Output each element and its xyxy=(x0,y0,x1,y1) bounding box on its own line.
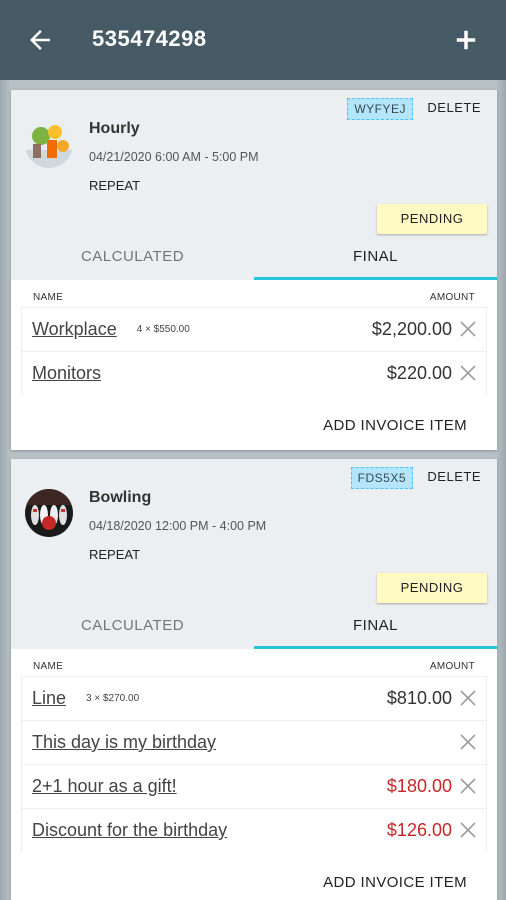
column-headers: NAME AMOUNT xyxy=(21,649,487,676)
booking-code: WYFYEJ xyxy=(347,98,413,120)
event-repeat: REPEAT xyxy=(89,547,141,562)
event-card: Bowling 04/18/2020 12:00 PM - 4:00 PM RE… xyxy=(11,459,497,900)
status-badge: PENDING xyxy=(377,573,487,603)
invoice-item-amount: $810.00 xyxy=(386,688,452,708)
event-name: Bowling xyxy=(89,489,152,506)
event-card-header: Bowling 04/18/2020 12:00 PM - 4:00 PM RE… xyxy=(11,459,497,649)
invoice-item-amount: $126.00 xyxy=(386,820,452,840)
invoice-item: Workplace 4 × $550.00 $2,200.00 xyxy=(21,307,487,351)
invoice-item-name[interactable]: This day is my birthday xyxy=(32,732,216,753)
remove-item-icon[interactable] xyxy=(458,820,478,840)
invoice-item: Discount for the birthday $126.00 xyxy=(21,808,487,852)
tab-final[interactable]: FINAL xyxy=(254,238,497,280)
event-time: 04/21/2020 6:00 AM - 5:00 PM xyxy=(89,150,259,164)
invoice-item-name[interactable]: Line xyxy=(32,688,66,709)
invoice-items: NAME AMOUNT Line 3 × $270.00 $810.00 Thi… xyxy=(11,649,497,900)
invoice-item-name[interactable]: Workplace xyxy=(32,319,117,340)
column-name: NAME xyxy=(33,292,64,303)
invoice-tabs: CALCULATED FINAL xyxy=(11,238,497,280)
invoice-item-amount: $2,200.00 xyxy=(371,319,452,339)
invoice-item-name[interactable]: 2+1 hour as a gift! xyxy=(32,776,177,797)
tab-final[interactable]: FINAL xyxy=(254,607,497,649)
app-bar: 535474298 xyxy=(0,0,506,80)
remove-item-icon[interactable] xyxy=(458,363,478,383)
invoice-item: Monitors $220.00 xyxy=(21,351,487,395)
invoice-item: 2+1 hour as a gift! $180.00 xyxy=(21,764,487,808)
delete-button[interactable]: DELETE xyxy=(427,100,481,115)
event-card-header: Hourly 04/21/2020 6:00 AM - 5:00 PM REPE… xyxy=(11,90,497,280)
column-amount: AMOUNT xyxy=(429,661,475,672)
event-avatar xyxy=(25,120,73,168)
remove-item-icon[interactable] xyxy=(458,319,478,339)
invoice-item-qty: 3 × $270.00 xyxy=(86,693,140,704)
invoice-tabs: CALCULATED FINAL xyxy=(11,607,497,649)
invoice-item-name[interactable]: Monitors xyxy=(32,363,101,384)
invoice-item: Line 3 × $270.00 $810.00 xyxy=(21,676,487,720)
booking-code: FDS5X5 xyxy=(350,467,413,489)
tab-calculated[interactable]: CALCULATED xyxy=(11,607,254,649)
tab-calculated[interactable]: CALCULATED xyxy=(11,238,254,280)
invoice-item-amount: $220.00 xyxy=(386,363,452,383)
add-invoice-item-button[interactable]: ADD INVOICE ITEM xyxy=(21,395,487,450)
remove-item-icon[interactable] xyxy=(458,776,478,796)
remove-item-icon[interactable] xyxy=(458,732,478,752)
add-button[interactable] xyxy=(448,22,484,58)
invoice-item-amount: $180.00 xyxy=(386,776,452,796)
invoice-item-qty: 4 × $550.00 xyxy=(136,324,190,335)
add-invoice-item-button[interactable]: ADD INVOICE ITEM xyxy=(21,852,487,900)
remove-item-icon[interactable] xyxy=(458,688,478,708)
event-name: Hourly xyxy=(89,120,140,137)
arrow-left-icon xyxy=(30,30,50,50)
column-name: NAME xyxy=(33,661,64,672)
back-button[interactable] xyxy=(22,22,58,58)
event-avatar xyxy=(25,489,73,537)
page-title: 535474298 xyxy=(92,26,207,51)
event-repeat: REPEAT xyxy=(89,178,141,193)
delete-button[interactable]: DELETE xyxy=(427,469,481,484)
invoice-items: NAME AMOUNT Workplace 4 × $550.00 $2,200… xyxy=(11,280,497,450)
column-headers: NAME AMOUNT xyxy=(21,280,487,307)
status-badge: PENDING xyxy=(377,204,487,234)
invoice-item-name[interactable]: Discount for the birthday xyxy=(32,820,227,841)
event-time: 04/18/2020 12:00 PM - 4:00 PM xyxy=(89,519,267,533)
invoice-item: This day is my birthday xyxy=(21,720,487,764)
column-amount: AMOUNT xyxy=(429,292,475,303)
plus-icon xyxy=(456,30,476,50)
event-card: Hourly 04/21/2020 6:00 AM - 5:00 PM REPE… xyxy=(11,90,497,450)
